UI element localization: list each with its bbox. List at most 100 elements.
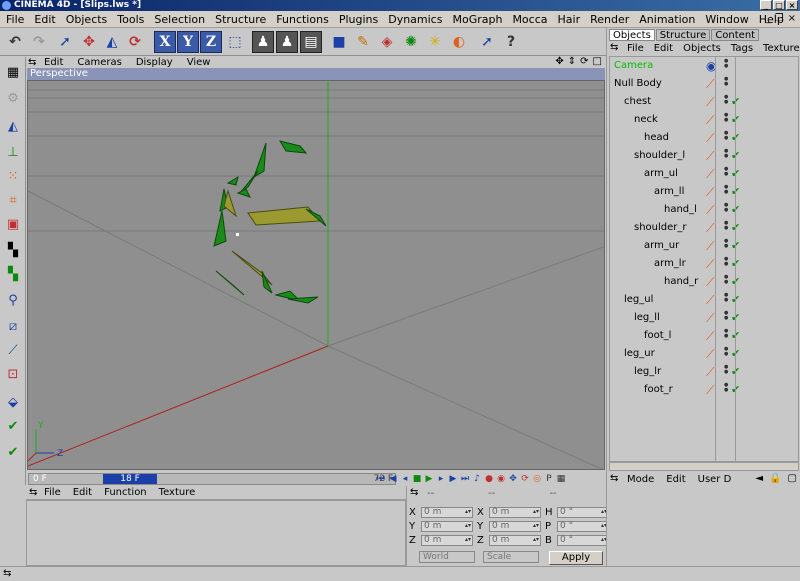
rot-b-field[interactable]: 0 ° [557, 534, 609, 546]
object-name[interactable]: head [644, 132, 669, 143]
menu-tools[interactable]: Tools [117, 13, 144, 26]
object-name[interactable]: shoulder_r [634, 222, 687, 233]
object-name[interactable]: foot_r [644, 384, 673, 395]
rotate-icon[interactable]: ⟳ [124, 31, 146, 53]
object-row[interactable]: hand_l⟋●●✔ [610, 201, 800, 219]
mdi-restore-icon[interactable]: ❐ [775, 13, 784, 24]
object-name[interactable]: arm_ur [644, 240, 679, 251]
object-row[interactable]: arm_ll⟋●●✔ [610, 183, 800, 201]
bone-tag-icon[interactable]: ⟋ [706, 77, 720, 91]
visibility-dots-icon[interactable]: ● ● [724, 167, 728, 181]
animation-tool-icon[interactable]: ⊡ [2, 363, 24, 385]
visibility-dots-icon[interactable]: ● ● [724, 293, 728, 307]
rot-p-field[interactable]: 0 ° [557, 520, 609, 532]
maximize-view-icon[interactable]: □ [593, 56, 602, 67]
visibility-dots-icon[interactable]: ● ● [724, 257, 728, 271]
object-row[interactable]: shoulder_r⟋●●✔ [610, 219, 800, 237]
edges-tool-icon[interactable]: ⌗ [2, 189, 24, 211]
menu-selection[interactable]: Selection [154, 13, 205, 26]
sound-icon[interactable]: ♪ [472, 474, 482, 484]
y-axis-lock-button[interactable]: Y [177, 31, 199, 53]
new-manager-icon[interactable]: ▢ [788, 473, 797, 484]
render-picture-viewer-icon[interactable]: ♟ [276, 31, 298, 53]
menu-hair[interactable]: Hair [558, 13, 581, 26]
objects-menu-file[interactable]: File [627, 43, 644, 54]
visibility-dots-icon[interactable]: ● ● [724, 149, 728, 163]
bone-tag-icon[interactable]: ⟋ [706, 347, 720, 361]
bone-tag-icon[interactable]: ⟋ [706, 167, 720, 181]
timeline-tool-icon[interactable]: ✔ [2, 441, 24, 463]
nurbs-icon[interactable]: ◈ [376, 31, 398, 53]
array-icon[interactable]: ✺ [400, 31, 422, 53]
move-icon[interactable]: ✥ [78, 31, 100, 53]
panel-handle-icon[interactable]: ⇆ [3, 568, 11, 579]
object-row[interactable]: leg_lr⟋●●✔ [610, 363, 800, 381]
bone-tag-icon[interactable]: ⟋ [706, 239, 720, 253]
menu-render[interactable]: Render [590, 13, 629, 26]
size-z-field[interactable]: 0 m [489, 534, 541, 546]
polygons-tool-icon[interactable]: ▣ [2, 213, 24, 235]
3d-viewport[interactable]: Y Z [27, 80, 605, 470]
object-name[interactable]: leg_ul [624, 294, 653, 305]
spline-pen-icon[interactable]: ✎ [352, 31, 374, 53]
use-texture-tool-icon[interactable]: ◭ [2, 115, 24, 137]
visibility-dots-icon[interactable]: ● ● [724, 383, 728, 397]
cube-object-icon[interactable]: ■ [328, 31, 350, 53]
size-y-field[interactable]: 0 m [489, 520, 541, 532]
bone-tag-icon[interactable]: ⟋ [706, 185, 720, 199]
bone-tool-icon[interactable]: ⟋ [2, 339, 24, 361]
coordinate-system-icon[interactable]: ⬚ [224, 31, 246, 53]
bone-tag-icon[interactable]: ⟋ [706, 95, 720, 109]
back-arrow-icon[interactable]: ◄ [755, 473, 763, 484]
attr-menu-mode[interactable]: Mode [627, 474, 654, 485]
bone-tag-icon[interactable]: ⟋ [706, 131, 720, 145]
points-tool-icon[interactable]: ⁙ [2, 165, 24, 187]
next-frame-icon[interactable]: ▸ [436, 474, 446, 484]
soft-ik-icon[interactable]: ⧄ [2, 315, 24, 337]
rot-h-field[interactable]: 0 ° [557, 506, 609, 518]
menu-mocca[interactable]: Mocca [512, 13, 547, 26]
object-row[interactable]: arm_ul⟋●●✔ [610, 165, 800, 183]
scale-icon[interactable]: ◭ [101, 31, 123, 53]
menu-edit[interactable]: Edit [34, 13, 55, 26]
visibility-dots-icon[interactable]: ● ● [724, 311, 728, 325]
object-row[interactable]: leg_ul⟋●●✔ [610, 291, 800, 309]
use-object-tool-icon[interactable]: ⚙ [2, 87, 24, 109]
next-key-icon[interactable]: ▶ [448, 474, 458, 484]
object-row[interactable]: shoulder_l⟋●●✔ [610, 147, 800, 165]
stop-icon[interactable]: ■ [412, 474, 422, 484]
object-row[interactable]: neck⟋●●✔ [610, 111, 800, 129]
menu-dynamics[interactable]: Dynamics [388, 13, 442, 26]
edit-check-icon[interactable]: ✔ [2, 415, 24, 437]
scene-object-icon[interactable]: ◐ [448, 31, 470, 53]
panel-handle-icon[interactable]: ⇆ [610, 473, 618, 484]
apply-button[interactable]: Apply [549, 551, 603, 565]
object-name[interactable]: leg_ur [624, 348, 655, 359]
object-name[interactable]: arm_ul [644, 168, 678, 179]
camera-tag-icon[interactable]: ◉ [706, 59, 720, 73]
key-scale-icon[interactable]: ◎ [532, 474, 542, 484]
zoom-view-icon[interactable]: ⇕ [568, 56, 576, 67]
object-row[interactable]: foot_r⟋●●✔ [610, 381, 800, 399]
material-menu-edit[interactable]: Edit [73, 487, 92, 498]
menu-functions[interactable]: Functions [276, 13, 329, 26]
tab-content[interactable]: Content [711, 29, 760, 41]
object-name[interactable]: arm_ll [654, 186, 684, 197]
bone-tag-icon[interactable]: ⟋ [706, 275, 720, 289]
panel-handle-icon[interactable]: ⇆ [610, 42, 618, 53]
menu-window[interactable]: Window [705, 13, 748, 26]
use-model-tool-icon[interactable]: ▦ [2, 61, 24, 83]
keyframe-tool-icon[interactable]: ⬙ [2, 391, 24, 413]
visibility-dots-icon[interactable]: ● ● [724, 77, 728, 91]
objects-menu-tags[interactable]: Tags [731, 43, 753, 54]
help-doc-icon[interactable]: ? [500, 31, 522, 53]
bone-tag-icon[interactable]: ⟋ [706, 257, 720, 271]
time-slider[interactable]: 0 F 18 F 72 F [28, 473, 396, 485]
objects-menu-texture[interactable]: Texture [763, 43, 800, 54]
render-settings-icon[interactable]: ▤ [300, 31, 322, 53]
record-icon[interactable]: ● [484, 474, 494, 484]
visibility-dots-icon[interactable]: ● ● [724, 347, 728, 361]
visibility-dots-icon[interactable]: ● ● [724, 131, 728, 145]
visibility-dots-icon[interactable]: ● ● [724, 365, 728, 379]
key-param-icon[interactable]: P [544, 474, 554, 484]
